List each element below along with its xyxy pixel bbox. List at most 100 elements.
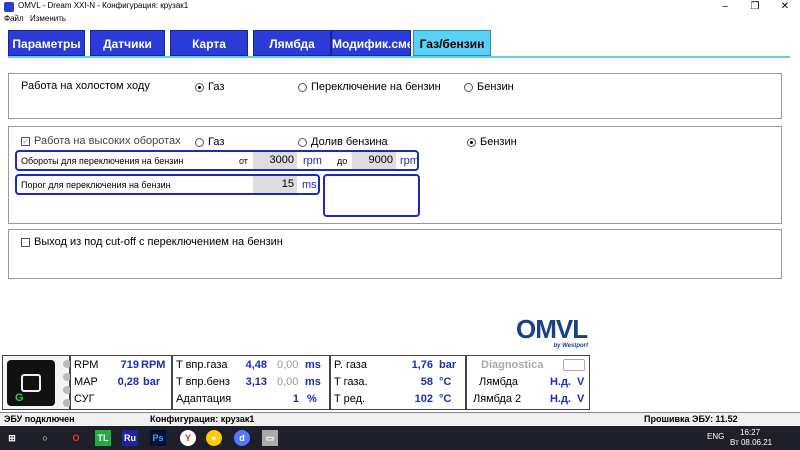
tinj-gas-label: T впр.газа — [176, 359, 228, 371]
lambda1-value: Н.д. — [549, 376, 571, 388]
rpm-to-input[interactable]: 9000 — [352, 152, 396, 169]
tab-parameters[interactable]: Параметры — [8, 30, 85, 56]
tinj-petrol-value: 3,13 — [245, 376, 267, 388]
app-icon — [4, 2, 14, 12]
high-option-gas[interactable]: Газ — [195, 136, 224, 148]
high-option-topup[interactable]: Долив бензина — [298, 136, 388, 148]
checkbox-icon: ✓ — [21, 136, 30, 146]
adaptation-value: 1 — [292, 393, 299, 405]
tinj-petrol-label: T впр.бенз — [176, 376, 230, 388]
rpm-switch-label: Обороты для переключения на бензин — [21, 156, 184, 166]
reducer-temp-value: 102 — [414, 393, 433, 405]
status-bar: ЭБУ подключен Конфигурация: крузак1 Прош… — [0, 412, 800, 426]
dash-diagnostics: Diagnostica Лямбда Н.д. V Лямбда 2 Н.д. … — [466, 355, 590, 410]
gas-pressure-unit: bar — [439, 359, 457, 371]
maximize-icon[interactable]: ❐ — [740, 0, 770, 14]
rpm-label: RPM — [74, 359, 99, 371]
lambda2-value: Н.д. — [549, 393, 571, 405]
tab-map[interactable]: Карта — [170, 30, 248, 56]
rpm-to-unit: rpm — [400, 155, 419, 167]
lambda1-label: Лямбда — [479, 376, 518, 388]
config-status: Конфигурация: крузак1 — [150, 414, 255, 424]
diagnostics-title: Diagnostica — [481, 359, 544, 371]
lang-indicator[interactable]: ENG — [707, 432, 724, 441]
omvl-logo: OMVL by Westport — [516, 315, 588, 351]
rpm-switch-row: Обороты для переключения на бензин от 30… — [15, 150, 419, 171]
gas-temp-label: T газа. — [334, 376, 368, 388]
dash-gas: P. газа 1,76 bar T газа. 58 °C T ред. 10… — [330, 355, 466, 410]
menu-file[interactable]: Файл — [4, 14, 24, 23]
lpg-label: СУГ — [74, 393, 95, 405]
map-value: 0,28 — [117, 376, 139, 388]
adaptation-label: Адаптация — [176, 393, 232, 405]
idle-label: Работа на холостом ходу — [21, 80, 150, 92]
threshold-row: Порог для переключения на бензин 15 ms — [15, 174, 320, 195]
taskbar — [0, 426, 800, 450]
gas-pressure-value: 1,76 — [411, 359, 433, 371]
rpm-value: 719 — [120, 359, 139, 371]
opera-icon[interactable]: O — [68, 430, 84, 446]
adaptation-unit: % — [307, 393, 317, 405]
menu-bar: Файл Изменить — [0, 14, 800, 26]
high-option-petrol[interactable]: Бензин — [467, 136, 517, 148]
map-unit: bar — [143, 376, 161, 388]
omvl-task-icon[interactable]: ▭ — [262, 430, 278, 446]
tinj-petrol-extra: 0,00 — [277, 376, 299, 388]
checkbox-icon — [21, 237, 30, 247]
tab-mixture[interactable]: Модифик.смес — [331, 30, 411, 56]
tab-underline — [8, 56, 790, 58]
discord-icon[interactable]: d — [234, 430, 250, 446]
rpm-from-label: от — [239, 156, 248, 166]
cutoff-checkbox[interactable]: Выход из под cut-off с переключением на … — [21, 236, 283, 248]
radio-icon — [298, 82, 307, 92]
gas-temp-unit: °C — [439, 376, 452, 388]
clock-date[interactable]: Вт 08.06.21 — [730, 438, 772, 447]
idle-panel: Работа на холостом ходу Газ Переключение… — [8, 73, 782, 119]
windows-start-icon[interactable]: ⊞ — [4, 430, 20, 446]
threshold-input[interactable]: 15 — [253, 176, 297, 193]
menu-edit[interactable]: Изменить — [30, 14, 66, 23]
empty-info-box — [323, 174, 420, 217]
ecu-status: ЭБУ подключен — [4, 414, 75, 424]
gas-pressure-label: P. газа — [334, 359, 367, 371]
photoshop-icon[interactable]: Ps — [150, 430, 166, 446]
rpm-from-input[interactable]: 3000 — [253, 152, 297, 169]
firmware-status: Прошивка ЭБУ: 11.52 — [644, 414, 738, 424]
lambda2-unit: V — [577, 393, 585, 405]
close-icon[interactable]: ✕ — [770, 0, 800, 14]
idle-option-petrol[interactable]: Бензин — [464, 81, 514, 93]
tab-lambda[interactable]: Лямбда — [253, 30, 331, 56]
chrome-icon[interactable]: ● — [206, 430, 222, 446]
radio-icon — [195, 82, 204, 92]
threshold-unit: ms — [302, 179, 317, 191]
yandex-icon[interactable]: Y — [180, 430, 196, 446]
ru-icon[interactable]: Ru — [122, 430, 138, 446]
reducer-temp-unit: °C — [439, 393, 452, 405]
radio-icon — [464, 82, 473, 92]
tab-sensors[interactable]: Датчики — [90, 30, 165, 56]
radio-icon — [195, 137, 204, 147]
clock-time[interactable]: 16:27 — [740, 428, 760, 437]
search-icon[interactable]: ○ — [37, 430, 53, 446]
radio-icon — [467, 137, 476, 147]
gas-temp-value: 58 — [420, 376, 433, 388]
logo-text: OMVL — [516, 314, 588, 344]
idle-option-switch[interactable]: Переключение на бензин — [298, 81, 441, 93]
tinj-gas-value: 4,48 — [245, 359, 267, 371]
radio-icon — [298, 137, 307, 147]
threshold-label: Порог для переключения на бензин — [21, 180, 171, 190]
tl-icon[interactable]: TL — [95, 430, 111, 446]
rpm-to-label: до — [337, 156, 348, 166]
tinj-gas-extra: 0,00 — [277, 359, 299, 371]
high-rpm-checkbox[interactable]: ✓ Работа на высоких оборотах — [21, 135, 181, 147]
tab-gas-petrol[interactable]: Газ/бензин — [413, 30, 491, 56]
window-title: OMVL - Dream XXI-N - Конфигурация: круза… — [18, 1, 189, 10]
high-rpm-panel: ✓ Работа на высоких оборотах Газ Долив бе… — [8, 126, 782, 224]
tinj-gas-unit: ms — [305, 359, 321, 371]
minimize-icon[interactable]: – — [710, 0, 740, 14]
idle-option-gas[interactable]: Газ — [195, 81, 224, 93]
rpm-unit: RPM — [141, 359, 166, 371]
dash-engine: RPM 719 RPM MAP 0,28 bar СУГ — [70, 355, 172, 410]
cutoff-panel: Выход из под cut-off с переключением на … — [8, 229, 782, 279]
ecu-indicator: G — [2, 355, 71, 410]
